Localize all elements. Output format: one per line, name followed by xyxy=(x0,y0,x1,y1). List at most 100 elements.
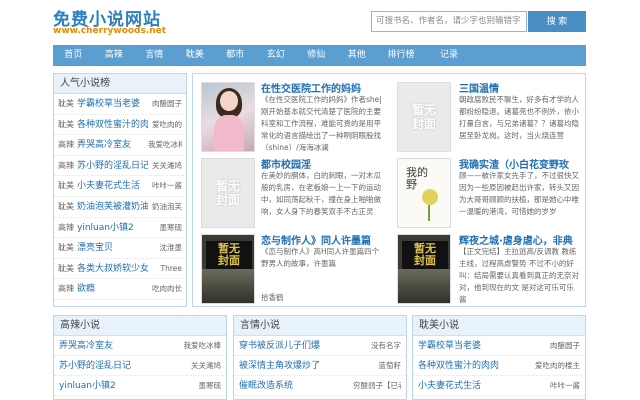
rank-category: 耽美 xyxy=(58,99,74,108)
section-author: 爱吃肉的楼主 xyxy=(535,361,580,370)
book-title-1[interactable]: 在性交医院工作的妈妈 xyxy=(261,80,361,95)
book-cover-1[interactable] xyxy=(201,82,255,152)
section-title: 言情小说 xyxy=(234,316,406,336)
section-book-name[interactable]: 各种双性蜜汁的肉肉 xyxy=(418,356,532,375)
rank-book-name[interactable]: 漂亮宝贝 xyxy=(77,238,148,258)
nav-item-history[interactable]: 记录 xyxy=(425,45,473,66)
list-item[interactable]: 耽美 漂亮宝贝 沈淮墨 xyxy=(54,238,186,259)
rank-category: 高辣 xyxy=(58,140,74,150)
list-item[interactable]: 穿书被反派儿子们爆 没有名字 xyxy=(234,336,406,356)
rank-category: 高辣 xyxy=(58,222,74,232)
book-cover-5[interactable]: 暂无 封面 xyxy=(201,234,255,304)
cover-flower xyxy=(422,189,438,205)
cover-empty-text: 封面 xyxy=(414,254,436,267)
nav-item-home[interactable]: 首页 xyxy=(53,45,94,66)
ranking-panel: 人气小说榜 耽美学霸校草当老婆肉酿圆子 耽美各种双性蜜汁的肉肉爱吃肉的 高辣弄哭… xyxy=(53,73,187,307)
search-input[interactable]: 可搜书名、作者名，请少字也别输错字 xyxy=(371,11,527,32)
nav-item-danmei[interactable]: 耽美 xyxy=(175,45,216,66)
section-book-name[interactable]: 穿书被反派儿子们爆 xyxy=(239,336,353,355)
site-header: 免费小说网站 www.cherrywoods.net 可搜书名、作者名，请少字也… xyxy=(0,0,640,44)
section-danmei: 耽美小说 学霸校草当老婆 肉酿圆子 各种双性蜜汁的肉肉 爱吃肉的楼主 小夫妻花式生活… xyxy=(412,315,586,400)
search-button[interactable]: 搜 索 xyxy=(528,11,586,32)
section-author: 肉酿圆子 xyxy=(550,341,580,350)
list-item[interactable]: 高辣 欲瘾 吃肉肉长 xyxy=(54,279,186,300)
list-item[interactable]: 催眠改造系统 穷酸鸽子【已老 xyxy=(234,376,406,396)
featured-panel: 在性交医院工作的妈妈 《在性交医院工作的妈妈》作者she|刚开始基本就交代清楚了… xyxy=(192,73,586,307)
rank-author: 爱吃肉的 xyxy=(152,119,182,129)
rank-book-name[interactable]: 小夫妻花式生活 xyxy=(77,176,148,196)
cover-figure-dress xyxy=(214,115,244,151)
list-item[interactable]: 小夫妻花式生活 咔咔一酱 xyxy=(413,376,585,396)
list-item[interactable]: 耽美 小夫妻花式生活 咔咔一酱 xyxy=(54,176,186,197)
nav-item-other[interactable]: 其他 xyxy=(337,45,378,66)
cover-empty-text: 封面 xyxy=(411,117,436,131)
cover-empty-text: 暂无 xyxy=(215,179,240,193)
cover-scene xyxy=(398,269,450,303)
rank-book-name[interactable]: 各类大叔娇软少女 xyxy=(77,259,148,279)
section-book-name[interactable]: 弄哭高冷室友 xyxy=(59,336,173,355)
section-book-name[interactable]: 被深情主角攻爆炒了 xyxy=(239,356,353,375)
rank-book-name[interactable]: 学霸校草当老婆 xyxy=(77,94,148,114)
rank-book-name[interactable]: yinluan小镇2 xyxy=(77,218,148,238)
list-item[interactable]: 学霸校草当老婆 肉酿圆子 xyxy=(413,336,585,356)
nav-item-yanqing[interactable]: 言情 xyxy=(134,45,175,66)
list-item[interactable]: 各种双性蜜汁的肉肉 爱吃肉的楼主 xyxy=(413,356,585,376)
book-title-5[interactable]: 恋与制作人》同人许墨篇 xyxy=(261,232,371,247)
list-item[interactable]: 高辣 yinluan小镇2 墨寒砚 xyxy=(54,218,186,239)
section-book-name[interactable]: 苏小野的淫乱日记 xyxy=(59,356,173,375)
section-book-name[interactable]: 催眠改造系统 xyxy=(239,376,353,395)
rank-category: 耽美 xyxy=(58,243,74,253)
nav-item-ranking[interactable]: 排行榜 xyxy=(377,45,425,66)
rank-category: 高辣 xyxy=(58,284,74,294)
section-book-name[interactable]: 学霸校草当老婆 xyxy=(418,336,532,355)
book-title-4[interactable]: 我确实渣（小白花变野玫 xyxy=(459,156,569,171)
book-cover-2[interactable]: 暂无 封面 xyxy=(397,82,451,152)
nav-item-gaola[interactable]: 高辣 xyxy=(94,45,135,66)
section-author: 穷酸鸽子【已老 xyxy=(353,381,401,390)
list-item[interactable]: yinluan小镇2 墨寒砚 xyxy=(54,376,226,396)
rank-book-name[interactable]: 苏小野的淫乱日记 xyxy=(77,156,148,176)
book-desc-1: 《在性交医院工作的妈妈》作者she|刚开始基本就交代清楚了医院的主要科室和工作流… xyxy=(261,95,382,152)
book-title-3[interactable]: 都市校园淫 xyxy=(261,156,311,171)
section-yanqing: 言情小说 穿书被反派儿子们爆 没有名字 被深情主角攻爆炒了 蓝萄籽 催眠改造系统 穷酸… xyxy=(233,315,407,400)
list-item[interactable]: 耽美 学霸校草当老婆 肉酿圆子 xyxy=(54,94,186,115)
rank-category: 高辣 xyxy=(58,160,74,170)
book-cover-4[interactable]: 我的野 xyxy=(397,158,451,228)
section-author: 蓝萄籽 xyxy=(378,361,402,370)
cover-scene xyxy=(202,269,254,303)
rank-category: 耽美 xyxy=(58,181,74,191)
book-cover-3[interactable]: 暂无 封面 xyxy=(201,158,255,228)
rank-author: 沈淮墨 xyxy=(159,243,183,253)
list-item[interactable]: 高辣 苏小野的淫乱日记 关关滩鸠 xyxy=(54,156,186,177)
section-book-name[interactable]: 小夫妻花式生活 xyxy=(418,376,532,395)
list-item[interactable]: 被深情主角攻爆炒了 蓝萄籽 xyxy=(234,356,406,376)
nav-item-xiuxian[interactable]: 修仙 xyxy=(296,45,337,66)
site-logo-url[interactable]: www.cherrywoods.net xyxy=(53,26,166,36)
rank-book-name[interactable]: 欲瘾 xyxy=(77,279,148,299)
rank-book-name[interactable]: 各种双性蜜汁的肉肉 xyxy=(77,115,148,135)
book-title-6[interactable]: 辉夜之城·虐身虐心，非典 xyxy=(459,232,573,247)
list-item[interactable]: 高辣 弄哭高冷室友 我爱吃冰棒 xyxy=(54,135,186,156)
rank-book-name[interactable]: 弄哭高冷室友 xyxy=(77,135,148,155)
list-item[interactable]: 耽美各种双性蜜汁的肉肉爱吃肉的 xyxy=(54,115,186,136)
list-item[interactable]: 苏小野的淫乱日记 关关滩鸠 xyxy=(54,356,226,376)
book-title-2[interactable]: 三国温情 xyxy=(459,80,499,95)
section-author: 我爱吃冰棒 xyxy=(183,341,222,350)
rank-author: 关关滩鸠 xyxy=(152,160,182,170)
list-item[interactable]: 耽美 奶油泡芙被灌奶油 奶油泡芙 xyxy=(54,197,186,218)
book-footer: 拾香鹤 xyxy=(261,293,284,302)
nav-item-dushi[interactable]: 都市 xyxy=(215,45,256,66)
list-item[interactable]: 弄哭高冷室友 我爱吃冰棒 xyxy=(54,336,226,356)
rank-author: 我爱吃冰棒 xyxy=(148,140,182,150)
nav-item-xuanhuan[interactable]: 玄幻 xyxy=(256,45,297,66)
section-book-name[interactable]: yinluan小镇2 xyxy=(59,376,173,395)
rank-book-name[interactable]: 奶油泡芙被灌奶油 xyxy=(77,197,148,217)
book-cover-6[interactable]: 暂无 封面 xyxy=(397,234,451,304)
cover-empty-text: 暂无 xyxy=(411,103,436,117)
rank-category: 耽美 xyxy=(58,201,74,211)
book-desc-6: 【正文完结】主拉逃高/反调教 教练主线，过程高虐警势 不过不小的好叫：结局需要认… xyxy=(459,247,579,304)
section-author: 咔咔一酱 xyxy=(550,381,580,390)
list-item[interactable]: 耽美 各类大叔娇软少女 Three xyxy=(54,259,186,280)
section-title: 耽美小说 xyxy=(413,316,585,336)
book-desc-3: 在美妙的胴体，白的刺眼，一对木瓜般的乳房，在老板娘一上一下的运动中，如同荡起秋千… xyxy=(261,171,381,216)
